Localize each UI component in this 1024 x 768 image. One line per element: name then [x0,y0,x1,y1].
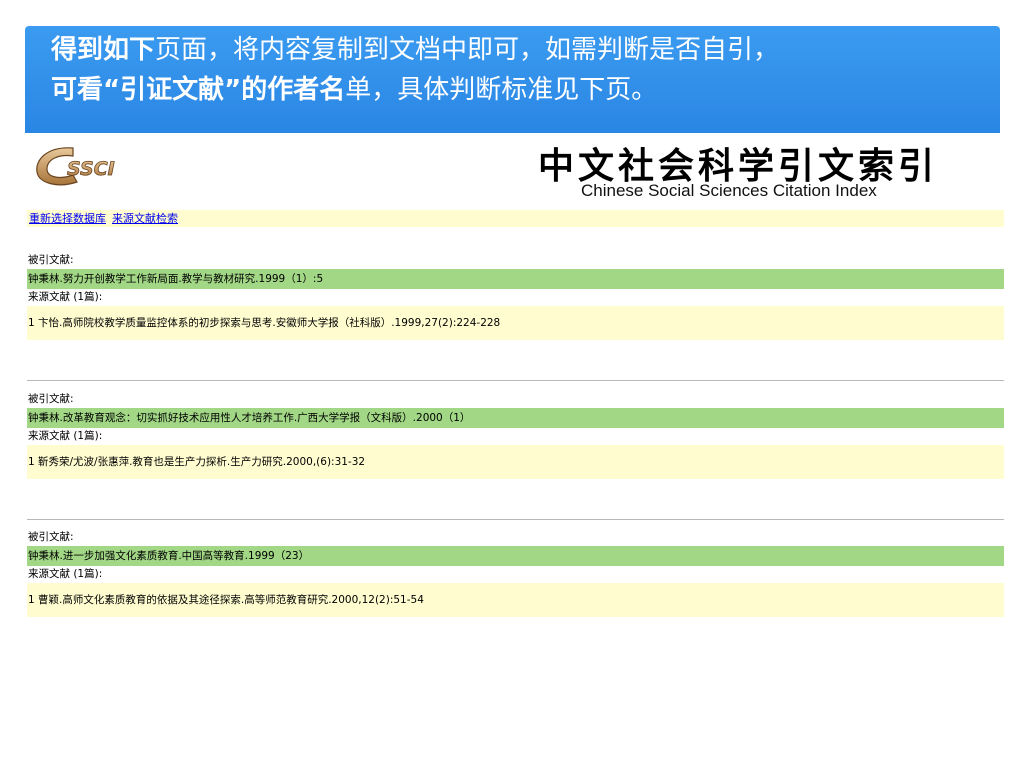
en-title: Chinese Social Sciences Citation Index [581,181,877,200]
source-label: 来源文献 (1篇): [28,430,103,442]
cited-document: 钟秉林.改革教育观念：切实抓好技术应用性人才培养工作.广西大学学报（文科版）.2… [27,408,1004,428]
cited-label: 被引文献: [28,393,74,405]
instruction-line2-bold: 的作者名 [241,75,346,105]
instruction-line1-rest: 页面，将内容复制到文档中即可，如需判断是否自引， [155,35,780,65]
source-search-link[interactable]: 来源文献检索 [112,212,178,225]
instruction-banner: 得到如下页面，将内容复制到文档中即可，如需判断是否自引， 可看“引证文献”的作者… [25,26,1000,133]
record-divider [27,519,1004,520]
cited-label: 被引文献: [28,531,74,543]
instruction-line2-rest: 单，具体判断标准见下页。 [345,75,658,105]
nav-bar: 重新选择数据库 来源文献检索 [27,210,1004,227]
source-document: 1 靳秀荣/尤波/张惠萍.教育也是生产力探析.生产力研究.2000,(6):31… [27,445,1004,479]
record-divider [27,380,1004,381]
record-1: 被引文献: 钟秉林.努力开创教学工作新局面.教学与教材研究.1999（1）:5 … [27,252,1004,340]
source-label: 来源文献 (1篇): [28,291,103,303]
instruction-line1-bold: 得到如下 [51,35,156,65]
reselect-database-link[interactable]: 重新选择数据库 [29,212,106,225]
instruction-line2: 可看“引证文献”的作者名单，具体判断标准见下页。 [51,70,992,110]
record-3: 被引文献: 钟秉林.进一步加强文化素质教育.中国高等教育.1999（23） 来源… [27,529,1004,617]
cited-document: 钟秉林.进一步加强文化素质教育.中国高等教育.1999（23） [27,546,1004,566]
source-document: 1 卞怡.高师院校教学质量监控体系的初步探索与思考.安徽师大学报（社科版）.19… [27,306,1004,340]
cssci-logo: SSCI [36,147,115,186]
record-2: 被引文献: 钟秉林.改革教育观念：切实抓好技术应用性人才培养工作.广西大学学报（… [27,391,1004,479]
instruction-line2-quoted: “引证文献” [103,75,242,105]
cited-label: 被引文献: [28,254,74,266]
instruction-text: 得到如下页面，将内容复制到文档中即可，如需判断是否自引， 可看“引证文献”的作者… [51,30,992,110]
svg-text:SSCI: SSCI [67,158,115,180]
source-label: 来源文献 (1篇): [28,568,103,580]
instruction-line2-pre: 可看 [51,75,104,105]
cited-document: 钟秉林.努力开创教学工作新局面.教学与教材研究.1999（1）:5 [27,269,1004,289]
source-document: 1 曹颖.高师文化素质教育的依据及其途径探索.高等师范教育研究.2000,12(… [27,583,1004,617]
